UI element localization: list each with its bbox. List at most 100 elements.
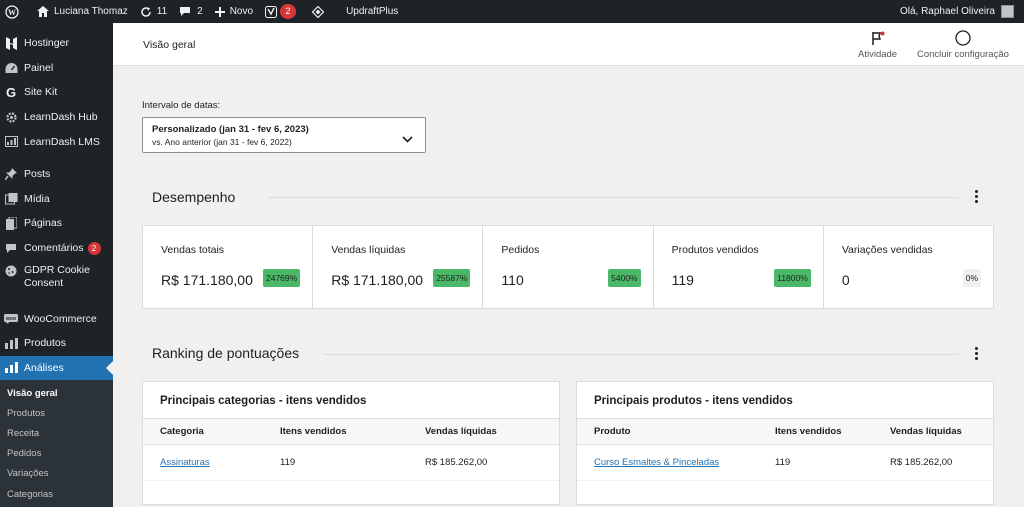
admin-bar: W Luciana Thomaz 11 2 Novo 2 UpdraftPlus…: [0, 0, 1024, 23]
kpi-vendas-totais[interactable]: Vendas totais R$ 171.180,00 24769%: [143, 226, 314, 308]
card-title: Principais categorias - itens vendidos: [143, 382, 559, 419]
page-title: Visão geral: [143, 39, 196, 51]
kpi-delta-badge: 0%: [962, 269, 982, 287]
hostinger-icon: [4, 36, 18, 50]
category-link[interactable]: Assinaturas: [160, 457, 210, 468]
card-title: Principais produtos - itens vendidos: [577, 382, 993, 419]
comments-link[interactable]: 2: [173, 0, 209, 23]
sidebar-item-woocommerce[interactable]: woo WooCommerce: [0, 306, 113, 331]
kpi-variacoes-vendidas[interactable]: Variações vendidas 0 0%: [824, 226, 993, 308]
date-range-primary: Personalizado (jan 31 - fev 6, 2023): [152, 124, 309, 135]
admin-sidebar: Hostinger Painel G Site Kit LearnDash Hu…: [0, 23, 113, 507]
pages-icon: [4, 216, 18, 230]
sidebar-item-hostinger[interactable]: Hostinger: [0, 31, 113, 56]
sidebar-item-analises[interactable]: Análises: [0, 355, 113, 381]
table-row: Assinaturas 119 R$ 185.262,00: [143, 445, 559, 481]
page-header: Visão geral Atividade Concluir configura…: [113, 23, 1024, 66]
sidebar-item-paginas[interactable]: Páginas: [0, 211, 113, 236]
sidebar-item-midia[interactable]: Mídia: [0, 187, 113, 212]
kpi-vendas-liquidas[interactable]: Vendas líquidas R$ 171.180,00 25587%: [313, 226, 484, 308]
products-icon: [4, 336, 18, 350]
comment-icon: [4, 241, 18, 255]
table-header: Produto Itens vendidos Vendas líquidas: [577, 419, 993, 445]
updraftplus-link[interactable]: UpdraftPlus: [340, 0, 404, 23]
analises-submenu: Visão geral Produtos Receita Pedidos Var…: [0, 380, 113, 507]
kpi-value: 110: [501, 272, 524, 288]
column-header[interactable]: Itens vendidos: [775, 426, 842, 437]
column-header[interactable]: Categoria: [160, 426, 204, 437]
sidebar-item-label: Site Kit: [24, 86, 58, 99]
date-range-select[interactable]: Personalizado (jan 31 - fev 6, 2023) vs.…: [142, 117, 426, 153]
kpi-pedidos[interactable]: Pedidos 110 5400%: [483, 226, 654, 308]
submenu-item-receita[interactable]: Receita: [0, 424, 113, 444]
yoast-badge: 2: [280, 4, 297, 19]
progress-ring-icon: [955, 30, 971, 46]
svg-text:W: W: [8, 8, 16, 17]
table-header: Categoria Itens vendidos Vendas líquidas: [143, 419, 559, 445]
site-name: Luciana Thomaz: [54, 6, 128, 17]
submenu-item-pedidos[interactable]: Pedidos: [0, 444, 113, 464]
sidebar-item-sitekit[interactable]: G Site Kit: [0, 80, 113, 105]
activity-button[interactable]: Atividade: [858, 30, 897, 60]
kpi-label: Pedidos: [501, 244, 540, 256]
sidebar-item-label: Análises: [24, 361, 64, 374]
kpi-label: Vendas líquidas: [331, 244, 406, 256]
divider: [323, 354, 958, 355]
submenu-item-variacoes[interactable]: Variações: [0, 464, 113, 484]
submenu-item-categorias[interactable]: Categorias: [0, 484, 113, 504]
performance-more-icon[interactable]: [968, 190, 984, 203]
site-name-link[interactable]: Luciana Thomaz: [31, 0, 134, 23]
kpi-label: Produtos vendidos: [671, 244, 759, 256]
updraft-label: UpdraftPlus: [346, 6, 399, 17]
sidebar-item-label: Páginas: [24, 217, 62, 230]
performance-title: Desempenho: [152, 189, 236, 205]
new-content-link[interactable]: Novo: [209, 0, 259, 23]
ranking-more-icon[interactable]: [968, 347, 984, 360]
kpi-produtos-vendidos[interactable]: Produtos vendidos 119 11800%: [654, 226, 824, 308]
kpi-value: 119: [671, 272, 694, 288]
column-header[interactable]: Vendas líquidas: [890, 426, 962, 437]
date-range-label: Intervalo de datas:: [142, 100, 221, 111]
sidebar-item-comentarios[interactable]: Comentários 2: [0, 236, 113, 261]
sidebar-item-posts[interactable]: Posts: [0, 162, 113, 187]
home-icon: [37, 6, 49, 17]
my-account[interactable]: Olá, Raphael Oliveira: [900, 5, 1024, 18]
column-header[interactable]: Produto: [594, 426, 630, 437]
sidebar-item-label: WooCommerce: [24, 312, 97, 325]
sidebar-item-label: Hostinger: [24, 37, 69, 50]
top-categories-card: Principais categorias - itens vendidos C…: [142, 381, 560, 505]
wordpress-logo-icon[interactable]: W: [0, 0, 25, 23]
sidebar-item-learndash-hub[interactable]: LearnDash Hub: [0, 105, 113, 130]
kpi-delta-badge: 5400%: [608, 269, 641, 287]
sidebar-item-label: LearnDash Hub: [24, 111, 98, 124]
column-header[interactable]: Itens vendidos: [280, 426, 347, 437]
kpi-label: Variações vendidas: [841, 244, 933, 256]
submenu-item-produtos[interactable]: Produtos: [0, 403, 113, 423]
sidebar-item-learndash-lms[interactable]: LearnDash LMS: [0, 129, 113, 154]
submenu-item-visao-geral[interactable]: Visão geral: [0, 383, 113, 403]
greeting: Olá, Raphael Oliveira: [899, 6, 995, 17]
yoast-link[interactable]: 2: [259, 0, 302, 23]
kpi-value: R$ 171.180,00: [161, 272, 253, 288]
comment-icon: [180, 7, 191, 16]
product-link[interactable]: Curso Esmaltes & Pinceladas: [594, 457, 719, 468]
flag-icon: [871, 30, 885, 46]
finish-setup-button[interactable]: Concluir configuração: [917, 30, 1009, 60]
ranking-title: Ranking de pontuações: [152, 345, 300, 361]
sidebar-item-gdpr[interactable]: GDPR Cookie Consent: [0, 260, 113, 298]
column-header[interactable]: Vendas líquidas: [425, 426, 497, 437]
sidebar-item-produtos[interactable]: Produtos: [0, 331, 113, 356]
kpi-delta-badge: 25587%: [433, 269, 471, 287]
sidebar-item-painel[interactable]: Painel: [0, 56, 113, 81]
kpi-delta-badge: 24769%: [263, 269, 301, 287]
kpi-value: R$ 171.180,00: [331, 272, 424, 288]
diamond-menu[interactable]: [306, 0, 330, 23]
yoast-icon: [265, 5, 278, 18]
updates-link[interactable]: 11: [134, 0, 173, 23]
net-sales: R$ 185.262,00: [425, 457, 488, 468]
sidebar-item-label: Painel: [24, 61, 54, 74]
table-row: Curso Esmaltes & Pinceladas 119 R$ 185.2…: [577, 445, 993, 481]
items-sold: 119: [280, 457, 296, 468]
new-label: Novo: [229, 6, 254, 17]
dashboard-icon: [4, 61, 18, 75]
